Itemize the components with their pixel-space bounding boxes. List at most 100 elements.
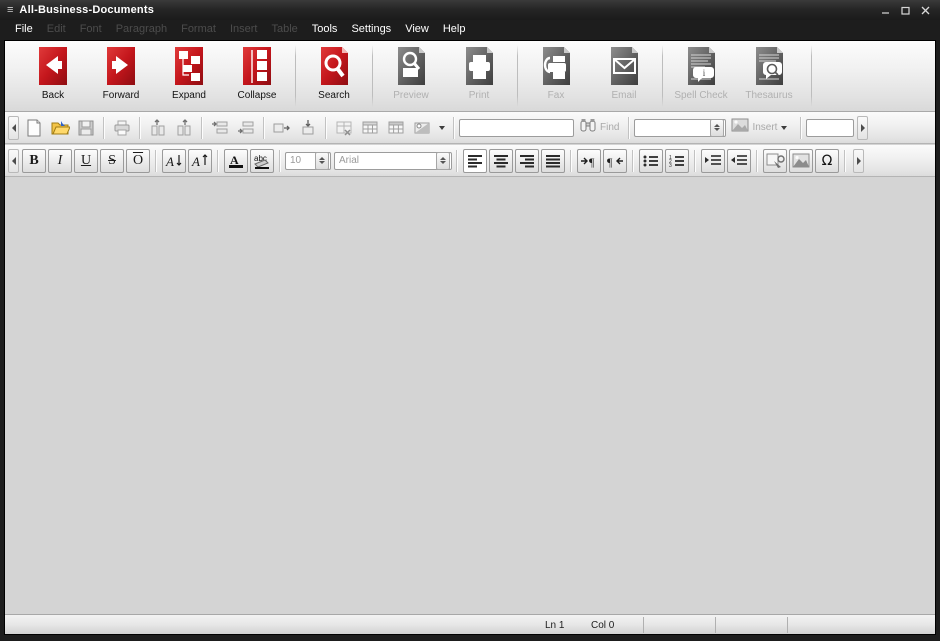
binoculars-icon bbox=[579, 117, 597, 138]
omega-icon: Ω bbox=[821, 152, 833, 169]
print-preview-icon bbox=[391, 44, 431, 88]
zoom-combo[interactable] bbox=[806, 118, 855, 137]
merge-cells-button bbox=[270, 116, 294, 140]
status-column: Col 0 bbox=[591, 619, 615, 631]
split-cells-button bbox=[296, 116, 320, 140]
menu-item-help[interactable]: Help bbox=[436, 21, 473, 37]
goto-spinner[interactable] bbox=[710, 118, 725, 137]
envelope-icon bbox=[604, 44, 644, 88]
increase-font-size-button[interactable]: A bbox=[188, 148, 212, 173]
insert-column-left-button bbox=[146, 116, 170, 140]
menu-item-table: Table bbox=[271, 23, 298, 35]
rtl-paragraph-button[interactable]: ¶ bbox=[603, 148, 627, 173]
font-color-button[interactable]: A bbox=[224, 148, 248, 173]
menu-item-insert: Insert bbox=[229, 23, 258, 35]
spell-check-button: i Spell Check bbox=[667, 44, 735, 110]
format-toolbar: B I U S O A A A abc 10 Arial ¶ ¶ 1 2 3 Ω bbox=[5, 145, 935, 177]
overline-glyph: O bbox=[132, 152, 144, 168]
font-name-spinner[interactable] bbox=[436, 151, 450, 170]
format-toolbar-overflow[interactable] bbox=[853, 148, 864, 173]
maximize-icon[interactable] bbox=[900, 5, 911, 16]
back-button[interactable]: Back bbox=[19, 44, 87, 110]
increase-indent-button[interactable] bbox=[727, 148, 751, 173]
find-input[interactable] bbox=[459, 118, 574, 137]
insert-image-button[interactable] bbox=[789, 148, 813, 173]
forward-button-label: Forward bbox=[102, 90, 140, 101]
insert-object-caret[interactable] bbox=[781, 125, 788, 130]
open-document-button[interactable] bbox=[48, 116, 72, 140]
insert-hyperlink-button[interactable] bbox=[763, 148, 787, 173]
status-cell-2 bbox=[715, 616, 787, 633]
close-icon[interactable] bbox=[920, 5, 931, 16]
standard-toolbar-overflow[interactable] bbox=[857, 115, 869, 140]
menu-item-file[interactable]: File bbox=[8, 21, 40, 37]
align-left-button[interactable] bbox=[463, 148, 487, 173]
print-button-label: Print bbox=[468, 90, 490, 101]
font-name-value: Arial bbox=[339, 155, 360, 166]
insert-symbol-button[interactable]: Ω bbox=[815, 148, 839, 173]
menu-item-view[interactable]: View bbox=[398, 21, 436, 37]
align-center-button[interactable] bbox=[489, 148, 513, 173]
menu-item-tools[interactable]: Tools bbox=[305, 21, 345, 37]
client-area: Back Forward Expand Collapse Search Prev… bbox=[4, 40, 936, 635]
bold-button[interactable]: B bbox=[22, 148, 46, 173]
font-size-combo[interactable]: 10 bbox=[285, 151, 331, 170]
strikethrough-button[interactable]: S bbox=[100, 148, 124, 173]
search-magnifier-icon bbox=[314, 44, 354, 88]
format-toolbar-grip[interactable] bbox=[8, 148, 19, 173]
ltr-paragraph-button[interactable]: ¶ bbox=[577, 148, 601, 173]
decrease-indent-button[interactable] bbox=[701, 148, 725, 173]
collapse-button[interactable]: Collapse bbox=[223, 44, 291, 110]
thesaurus-icon bbox=[749, 44, 789, 88]
highlight-color-button[interactable]: abc bbox=[250, 148, 274, 173]
status-cell-3 bbox=[787, 616, 935, 633]
delete-table-button bbox=[332, 116, 356, 140]
insert-column-right-button bbox=[172, 116, 196, 140]
svg-text:A: A bbox=[230, 153, 239, 167]
system-menu-icon[interactable]: ≡ bbox=[7, 4, 13, 16]
toolbar-grip-left[interactable] bbox=[8, 115, 19, 140]
table-style-dropdown-caret[interactable] bbox=[439, 125, 445, 130]
overline-button[interactable]: O bbox=[126, 148, 150, 173]
italic-button[interactable]: I bbox=[48, 148, 72, 173]
align-justify-button[interactable] bbox=[541, 148, 565, 173]
spell-check-icon: i bbox=[681, 44, 721, 88]
preview-button-label: Preview bbox=[393, 90, 429, 101]
back-arrow-icon bbox=[33, 44, 73, 88]
status-line: Ln 1 bbox=[545, 619, 565, 631]
expand-button[interactable]: Expand bbox=[155, 44, 223, 110]
collapse-button-label: Collapse bbox=[237, 90, 277, 101]
find-button: Find bbox=[574, 116, 624, 140]
font-size-value: 10 bbox=[290, 155, 302, 166]
email-button: Email bbox=[590, 44, 658, 110]
font-size-spinner[interactable] bbox=[315, 151, 329, 170]
menu-item-settings[interactable]: Settings bbox=[344, 21, 398, 37]
preview-button: Preview bbox=[377, 44, 445, 110]
menu-bar: File Edit Font Paragraph Format Insert T… bbox=[0, 20, 940, 38]
insert-object-icon bbox=[731, 117, 749, 138]
goto-combo[interactable] bbox=[634, 118, 727, 137]
standard-toolbar: Find Insert bbox=[5, 112, 935, 144]
search-button[interactable]: Search bbox=[300, 44, 368, 110]
decrease-font-size-button[interactable]: A bbox=[162, 148, 186, 173]
new-document-button[interactable] bbox=[22, 116, 46, 140]
bullet-list-button[interactable] bbox=[639, 148, 663, 173]
application-window: ≡ All-Business-Documents File Edit Font … bbox=[0, 0, 940, 641]
minimize-icon[interactable] bbox=[880, 5, 891, 16]
underline-button[interactable]: U bbox=[74, 148, 98, 173]
print-button bbox=[110, 116, 134, 140]
numbered-list-button[interactable]: 123 bbox=[665, 148, 689, 173]
back-button-label: Back bbox=[41, 90, 65, 101]
document-area[interactable] bbox=[5, 177, 935, 614]
expand-button-label: Expand bbox=[172, 90, 206, 101]
forward-button[interactable]: Forward bbox=[87, 44, 155, 110]
status-cell-1 bbox=[643, 616, 715, 633]
print-button: Print bbox=[445, 44, 513, 110]
align-right-button[interactable] bbox=[515, 148, 539, 173]
insert-object-button: Insert bbox=[726, 116, 796, 140]
printer-icon bbox=[459, 44, 499, 88]
font-name-combo[interactable]: Arial bbox=[334, 151, 452, 170]
status-bar: Ln 1 Col 0 bbox=[5, 614, 935, 634]
fax-icon bbox=[536, 44, 576, 88]
insert-row-above-button bbox=[208, 116, 232, 140]
